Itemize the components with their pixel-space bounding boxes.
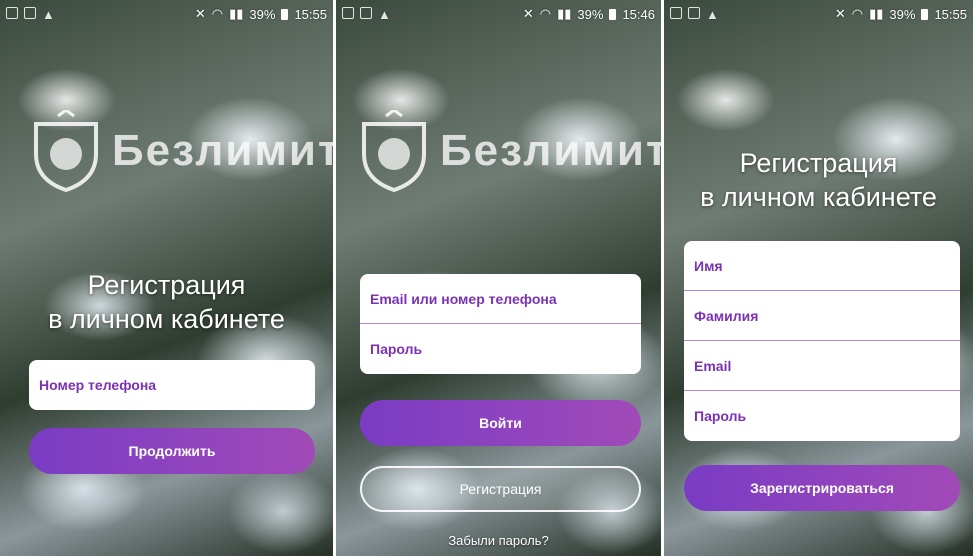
battery-icon xyxy=(921,8,929,20)
battery-icon xyxy=(281,8,289,20)
warning-icon: ▲ xyxy=(42,6,55,22)
title-line-1: Регистрация xyxy=(87,270,246,300)
register-button[interactable]: Регистрация xyxy=(360,466,641,512)
continue-button[interactable]: Продолжить xyxy=(29,428,315,474)
clock: 15:55 xyxy=(934,6,967,22)
login-field[interactable]: Email или номер телефона xyxy=(360,274,641,324)
sim-icon xyxy=(360,6,372,19)
first-name-field[interactable]: Имя xyxy=(684,241,960,291)
battery-percent: 39% xyxy=(249,6,276,22)
clock: 15:55 xyxy=(294,6,327,22)
mute-icon: ✕ xyxy=(834,6,846,21)
mute-icon: ✕ xyxy=(522,6,534,21)
screen-login: ▲ ✕ ◠ ▮▮ 39% 15:46 Безлимит Email или но… xyxy=(336,0,661,556)
registration-card: Имя Фамилия Email Пароль xyxy=(684,241,960,441)
submit-registration-button[interactable]: Зарегистрироваться xyxy=(684,465,960,511)
clock: 15:46 xyxy=(622,6,655,22)
notification-icon xyxy=(342,6,354,19)
last-name-field[interactable]: Фамилия xyxy=(684,291,960,341)
battery-percent: 39% xyxy=(577,6,604,22)
password-field[interactable]: Пароль xyxy=(684,391,960,441)
forgot-password-link[interactable]: Забыли пароль? xyxy=(336,533,661,548)
phone-field[interactable]: Номер телефона xyxy=(29,360,315,410)
logo-text: Безлимит xyxy=(440,126,661,175)
signal-icon: ▮▮ xyxy=(557,6,572,21)
shield-lion-icon xyxy=(34,110,98,192)
signal-icon: ▮▮ xyxy=(229,6,244,21)
shield-lion-icon xyxy=(362,110,426,192)
status-bar: ▲ ✕ ◠ ▮▮ 39% 15:46 xyxy=(336,0,661,28)
wifi-icon: ◠ xyxy=(539,6,552,21)
screen-phone-registration: ▲ ✕ ◠ ▮▮ 39% 15:55 Безлимит Регистрация … xyxy=(0,0,333,556)
sim-icon xyxy=(688,6,700,19)
title-line-2: в личном кабинете xyxy=(700,182,937,212)
title-line-1: Регистрация xyxy=(739,148,898,178)
page-title: Регистрация в личном кабинете xyxy=(0,268,333,336)
login-button[interactable]: Войти xyxy=(360,400,641,446)
phone-card: Номер телефона xyxy=(29,360,315,410)
screen-registration-form: ▲ ✕ ◠ ▮▮ 39% 15:55 Регистрация в личном … xyxy=(664,0,973,556)
title-line-2: в личном кабинете xyxy=(48,304,285,334)
status-bar: ▲ ✕ ◠ ▮▮ 39% 15:55 xyxy=(0,0,333,28)
password-field[interactable]: Пароль xyxy=(360,324,641,374)
brand-logo: Безлимит xyxy=(358,110,661,192)
notification-icon xyxy=(6,6,18,19)
login-card: Email или номер телефона Пароль xyxy=(360,274,641,374)
wifi-icon: ◠ xyxy=(211,6,224,21)
signal-icon: ▮▮ xyxy=(869,6,884,21)
warning-icon: ▲ xyxy=(706,6,719,22)
brand-logo: Безлимит xyxy=(30,110,333,192)
status-bar: ▲ ✕ ◠ ▮▮ 39% 15:55 xyxy=(664,0,973,28)
logo-text: Безлимит xyxy=(112,126,333,175)
sim-icon xyxy=(24,6,36,19)
battery-icon xyxy=(609,8,617,20)
warning-icon: ▲ xyxy=(378,6,391,22)
battery-percent: 39% xyxy=(889,6,916,22)
page-title: Регистрация в личном кабинете xyxy=(664,146,973,214)
notification-icon xyxy=(670,6,682,19)
mute-icon: ✕ xyxy=(194,6,206,21)
email-field[interactable]: Email xyxy=(684,341,960,391)
wifi-icon: ◠ xyxy=(851,6,864,21)
